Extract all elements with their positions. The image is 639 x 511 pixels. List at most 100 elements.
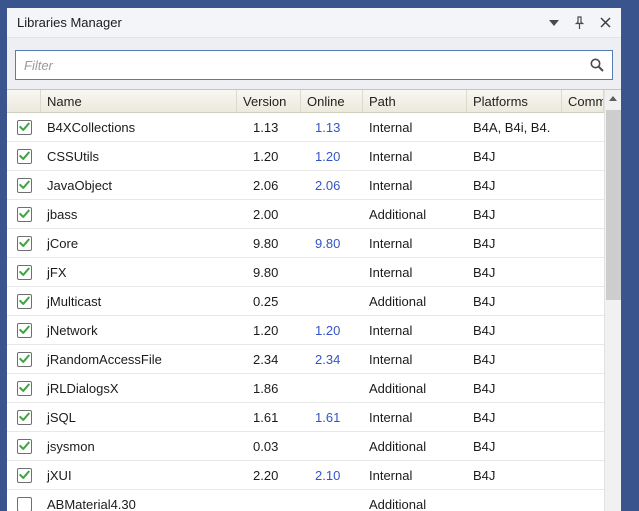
cell-platforms: B4J bbox=[473, 351, 496, 367]
cell-platforms: B4A, B4i, B4. bbox=[473, 119, 551, 135]
cell-name: jXUI bbox=[47, 467, 72, 483]
table-row[interactable]: jsysmon 0.03 Additional B4J bbox=[7, 432, 604, 461]
row-checkbox[interactable] bbox=[16, 380, 32, 396]
cell-path: Internal bbox=[369, 264, 413, 280]
column-header-platforms[interactable]: Platforms bbox=[467, 90, 562, 112]
cell-path: Internal bbox=[369, 322, 413, 338]
row-checkbox[interactable] bbox=[16, 264, 32, 280]
cell-version: 1.61 bbox=[253, 409, 279, 425]
cell-name: CSSUtils bbox=[47, 148, 100, 164]
row-checkbox[interactable] bbox=[16, 496, 32, 511]
column-header-version[interactable]: Version bbox=[237, 90, 301, 112]
cell-online[interactable]: 2.06 bbox=[301, 178, 363, 193]
column-header-comments[interactable]: Comm bbox=[562, 90, 604, 112]
row-checkbox[interactable] bbox=[16, 148, 32, 164]
cell-name: jbass bbox=[47, 206, 78, 222]
cell-online[interactable]: 1.20 bbox=[301, 323, 363, 338]
row-checkbox[interactable] bbox=[16, 409, 32, 425]
filter-area bbox=[7, 38, 621, 89]
cell-version: 0.25 bbox=[253, 293, 279, 309]
grid-body: B4XCollections 1.13 1.13 Internal B4A, B… bbox=[7, 113, 604, 511]
cell-platforms: B4J bbox=[473, 409, 496, 425]
scroll-up-arrow-icon bbox=[609, 96, 617, 101]
cell-path: Internal bbox=[369, 119, 413, 135]
cell-platforms: B4J bbox=[473, 380, 496, 396]
table-row[interactable]: jCore 9.80 9.80 Internal B4J bbox=[7, 229, 604, 258]
scroll-up-button[interactable] bbox=[605, 90, 621, 107]
grid-header: Name Version Online Path Platforms Comm bbox=[7, 90, 604, 113]
table-row[interactable]: jNetwork 1.20 1.20 Internal B4J bbox=[7, 316, 604, 345]
row-checkbox[interactable] bbox=[16, 467, 32, 483]
filter-input[interactable] bbox=[16, 51, 612, 79]
libraries-manager-panel: Libraries Manager Filter Name Version On… bbox=[7, 8, 621, 511]
table-row[interactable]: jRLDialogsX 1.86 Additional B4J bbox=[7, 374, 604, 403]
cell-online[interactable]: 2.10 bbox=[301, 468, 363, 483]
row-checkbox[interactable] bbox=[16, 293, 32, 309]
cell-online[interactable]: 1.61 bbox=[301, 410, 363, 425]
cell-name: jNetwork bbox=[47, 322, 98, 338]
row-checkbox[interactable] bbox=[16, 351, 32, 367]
scrollbar-thumb[interactable] bbox=[606, 110, 621, 300]
vertical-scrollbar[interactable] bbox=[604, 90, 621, 511]
column-header-online[interactable]: Online bbox=[301, 90, 363, 112]
column-header-path[interactable]: Path bbox=[363, 90, 467, 112]
cell-version: 1.13 bbox=[253, 119, 279, 135]
filter-box bbox=[15, 50, 613, 80]
cell-online[interactable]: 9.80 bbox=[301, 236, 363, 251]
cell-path: Internal bbox=[369, 177, 413, 193]
cell-path: Additional bbox=[369, 206, 427, 222]
titlebar-icons bbox=[546, 15, 613, 30]
table-row[interactable]: jSQL 1.61 1.61 Internal B4J bbox=[7, 403, 604, 432]
libraries-grid: Name Version Online Path Platforms Comm … bbox=[7, 89, 621, 511]
cell-path: Additional bbox=[369, 380, 427, 396]
cell-name: jFX bbox=[47, 264, 67, 280]
cell-name: JavaObject bbox=[47, 177, 113, 193]
row-checkbox[interactable] bbox=[16, 206, 32, 222]
cell-path: Internal bbox=[369, 409, 413, 425]
cell-version: 1.20 bbox=[253, 322, 279, 338]
magnifier-icon bbox=[589, 57, 605, 78]
cell-name: jSQL bbox=[47, 409, 76, 425]
table-row[interactable]: jRandomAccessFile 2.34 2.34 Internal B4J bbox=[7, 345, 604, 374]
table-row[interactable]: jFX 9.80 Internal B4J bbox=[7, 258, 604, 287]
table-row[interactable]: jbass 2.00 Additional B4J bbox=[7, 200, 604, 229]
panel-title: Libraries Manager bbox=[17, 15, 122, 30]
row-checkbox[interactable] bbox=[16, 119, 32, 135]
cell-platforms: B4J bbox=[473, 322, 496, 338]
table-row[interactable]: B4XCollections 1.13 1.13 Internal B4A, B… bbox=[7, 113, 604, 142]
cell-online[interactable]: 2.34 bbox=[301, 352, 363, 367]
row-checkbox[interactable] bbox=[16, 322, 32, 338]
cell-version: 1.86 bbox=[253, 380, 279, 396]
cell-version: 2.00 bbox=[253, 206, 279, 222]
cell-name: ABMaterial4.30 bbox=[47, 496, 136, 511]
row-checkbox[interactable] bbox=[16, 235, 32, 251]
cell-name: jMulticast bbox=[47, 293, 102, 309]
cell-name: jsysmon bbox=[47, 438, 95, 454]
pin-icon[interactable] bbox=[572, 15, 587, 30]
cell-platforms: B4J bbox=[473, 264, 496, 280]
cell-platforms: B4J bbox=[473, 177, 496, 193]
cell-name: jCore bbox=[47, 235, 79, 251]
row-checkbox[interactable] bbox=[16, 177, 32, 193]
cell-online[interactable]: 1.20 bbox=[301, 149, 363, 164]
row-checkbox[interactable] bbox=[16, 438, 32, 454]
panel-titlebar[interactable]: Libraries Manager bbox=[7, 8, 621, 38]
cell-path: Internal bbox=[369, 467, 413, 483]
column-header-name[interactable]: Name bbox=[41, 90, 237, 112]
table-row[interactable]: ABMaterial4.30 Additional bbox=[7, 490, 604, 511]
cell-platforms: B4J bbox=[473, 467, 496, 483]
table-row[interactable]: CSSUtils 1.20 1.20 Internal B4J bbox=[7, 142, 604, 171]
column-header-check[interactable] bbox=[7, 90, 41, 112]
cell-version: 9.80 bbox=[253, 235, 279, 251]
cell-name: jRLDialogsX bbox=[47, 380, 119, 396]
cell-version: 2.20 bbox=[253, 467, 279, 483]
cell-platforms: B4J bbox=[473, 206, 496, 222]
table-row[interactable]: jXUI 2.20 2.10 Internal B4J bbox=[7, 461, 604, 490]
chevron-down-icon[interactable] bbox=[546, 15, 561, 30]
cell-online[interactable]: 1.13 bbox=[301, 120, 363, 135]
cell-platforms: B4J bbox=[473, 235, 496, 251]
close-icon[interactable] bbox=[598, 15, 613, 30]
table-row[interactable]: jMulticast 0.25 Additional B4J bbox=[7, 287, 604, 316]
cell-platforms: B4J bbox=[473, 438, 496, 454]
table-row[interactable]: JavaObject 2.06 2.06 Internal B4J bbox=[7, 171, 604, 200]
